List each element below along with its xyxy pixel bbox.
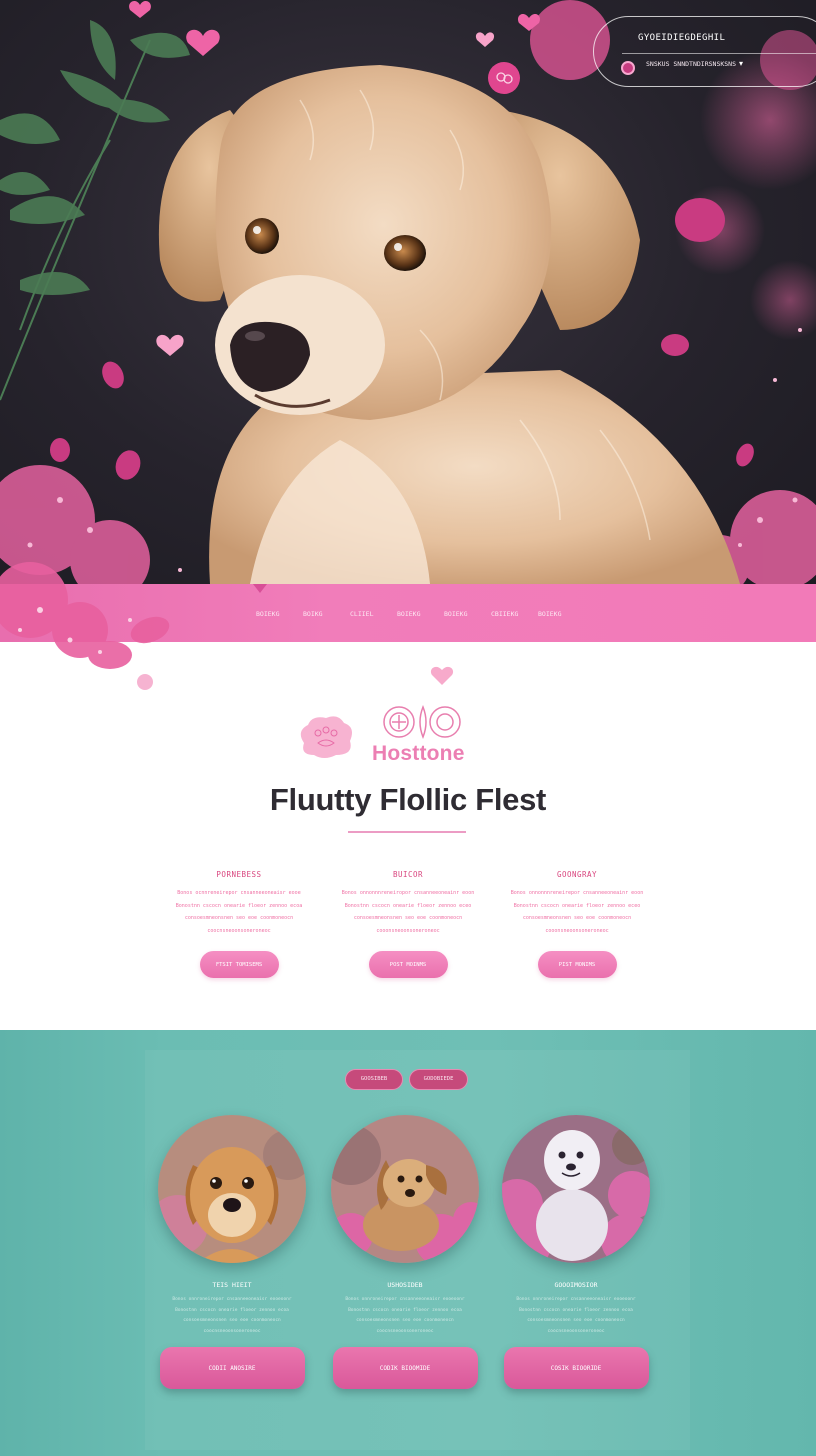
nav-item-1[interactable]: BOIEKG <box>256 610 303 618</box>
feature-text-line: Bonostnn cscocn onearie floeor zennoo ec… <box>344 902 472 909</box>
pet-name: GOOOIMOSIOR <box>554 1281 598 1289</box>
feature-text: Bonos onnonnnreneirepor cnsanneeoneainr … <box>507 887 647 937</box>
pet-text-line: Bonos onnroneirepor cnsanneeoneaisr eooe… <box>345 1297 465 1302</box>
filter-tag[interactable]: GOOSIBEB <box>345 1069 403 1090</box>
title-underline <box>348 831 466 833</box>
feature-text: Bonos ocnnreneirepor cnsanneeoneaisr eoo… <box>169 887 309 937</box>
feature-text-line: Bonos ocnnreneirepor cnsanneeoneaisr eoo… <box>177 890 301 896</box>
page-title: Fluutty Flollic Flest <box>269 782 547 817</box>
paw-cloud-logo-icon <box>300 716 352 758</box>
feature-text-line: Bonostnn cscocn onearie floeor zennoo ec… <box>513 902 641 909</box>
pet-text-line: Bonostnn cscocn onearie floeor zennoo ec… <box>175 1307 289 1313</box>
pet-card: GOOOIMOSIOR Bonos onnroneirepor cnsannee… <box>502 1115 650 1389</box>
feature-text-line: Bonos onnonnnreneiropor cnsanneeoneainr … <box>341 890 475 896</box>
status-dot-icon <box>621 61 635 75</box>
feature-text-line: consoesmneonsnen seo eoe coonmoneocn <box>522 915 632 921</box>
pet-cta-button[interactable]: COSIK BIOORIDE <box>503 1347 649 1389</box>
hero-dog-illustration <box>0 0 816 584</box>
header-menu-label[interactable]: SNSKUS SNNDTNDIRSNSKSNS <box>646 60 736 68</box>
feature-button[interactable]: POST MOINMS <box>368 951 448 978</box>
nav-item-7[interactable]: BOIEKG <box>538 610 585 618</box>
feature-button[interactable]: FTSIT TOMISEMS <box>199 951 279 978</box>
nav-item-4[interactable]: BOIEKG <box>397 610 444 618</box>
pet-text-line: consoesmneonsnen seo eoe coonmoneocn <box>183 1318 281 1323</box>
pets-section: GOOSIBEB GODOBIEDE TEIS HIEIT Bonos onnr… <box>0 1030 816 1456</box>
feature-text-line: coocnsneoonsoneroneoc <box>207 927 271 934</box>
feature-text-line: consoesmneonsnen seo eoe coonmoneocn <box>353 915 463 921</box>
pet-text-line: coocnsneoonsoneroneoc <box>547 1328 605 1334</box>
header-account-pill[interactable]: GYOEIDIEGDEGHIL SNSKUS SNNDTNDIRSNSKSNS … <box>593 16 816 87</box>
feature-heading: BUICOR <box>392 870 424 879</box>
feature-text-line: cooonsneoonsoneroneoc <box>545 927 609 934</box>
pet-card: USHOSIDEB Bonos onnroneirepor cnsanneeon… <box>331 1115 479 1389</box>
pet-photo-image <box>158 1115 306 1263</box>
pet-text-line: Bonos onnroneirepor cnsanneeoneaisr eooe… <box>516 1297 636 1302</box>
pet-description: Bonos onnroneirepor cnsanneeoneaisr eooe… <box>502 1295 650 1337</box>
pet-photo <box>502 1115 650 1263</box>
pet-text-line: consoesmneonsnen seo eoe coonmoneocn <box>527 1318 625 1323</box>
feature-column: GOONGRAY Bonos onnonnnreneirepor cnsanne… <box>507 870 647 978</box>
brand-name: Hosttone <box>372 742 465 765</box>
hero-banner: GYOEIDIEGDEGHIL SNSKUS SNNDTNDIRSNSKSNS … <box>0 0 816 584</box>
feature-heading: GOONGRAY <box>556 870 598 879</box>
pet-text-line: coocnsneoonsoneroneoc <box>376 1328 434 1334</box>
pet-text-line: Bonostnn cscocn onearie floeor zennoo ec… <box>348 1307 462 1313</box>
pet-photo-image <box>331 1115 479 1263</box>
filter-tag[interactable]: GODOBIEDE <box>409 1069 468 1090</box>
pet-photo <box>331 1115 479 1263</box>
header-title: GYOEIDIEGDEGHIL <box>638 33 726 43</box>
feature-text-line: Bonostnn cscocn onearie floeor zennoo ec… <box>175 902 303 909</box>
pet-description: Bonos onnroneirepor cnsanneeoneaisr eooe… <box>158 1295 306 1337</box>
feature-text-line: cooonsneoonsoneroneoc <box>376 927 440 934</box>
pet-cta-button[interactable]: CODII ANOSIRE <box>159 1347 305 1389</box>
chevron-down-icon[interactable]: ▾ <box>739 59 743 68</box>
nav-item-2[interactable]: BOIKG <box>303 610 350 618</box>
header-divider <box>622 53 816 54</box>
feature-text-line: Bonos onnonnnreneirepor cnsanneeoneainr … <box>510 890 644 896</box>
pet-name: TEIS HIEIT <box>212 1281 252 1289</box>
nav-notch <box>253 584 267 593</box>
feature-button[interactable]: PIST MONIMS <box>537 951 617 978</box>
about-section: Hosttone Fluutty Flollic Flest PORNEBESS… <box>0 642 816 1030</box>
brand-mark-icon <box>383 704 461 740</box>
pet-photo <box>158 1115 306 1263</box>
pet-name: USHOSIDEB <box>387 1281 423 1289</box>
pet-text-line: Bonostnn cscocn onearie floeor zennoo ec… <box>519 1307 633 1313</box>
feature-column: BUICOR Bonos onnonnnreneiropor cnsanneeo… <box>338 870 478 978</box>
pet-text-line: consoesmneonsnen seo eoe coonmoneocn <box>356 1318 454 1323</box>
pet-photo-image <box>502 1115 650 1263</box>
pet-text-line: Bonos onnroneirepor cnsanneeoneaisr eooe… <box>172 1297 292 1302</box>
pet-cta-button[interactable]: CODIK BIOOMIDE <box>332 1347 478 1389</box>
nav-links: BOIEKG BOIKG CLIIEL BOIEKG BOIEKG CBIIEK… <box>256 610 585 618</box>
feature-column: PORNEBESS Bonos ocnnreneirepor cnsanneeo… <box>169 870 309 978</box>
flower-decoration <box>0 562 170 690</box>
feature-text: Bonos onnonnnreneiropor cnsanneeoneainr … <box>338 887 478 937</box>
pet-description: Bonos onnroneirepor cnsanneeoneaisr eooe… <box>331 1295 479 1337</box>
pet-text-line: coocnsneoonsoneroneoc <box>203 1328 261 1334</box>
feature-text-line: consoesmneonsnen seo eoe coonmoneocn <box>184 915 294 921</box>
heart-icon <box>430 666 454 685</box>
pet-card: TEIS HIEIT Bonos onnroneirepor cnsanneeo… <box>158 1115 306 1389</box>
nav-item-3[interactable]: CLIIEL <box>350 610 397 618</box>
nav-item-5[interactable]: BOIEKG <box>444 610 491 618</box>
feature-heading: PORNEBESS <box>216 870 262 879</box>
nav-item-6[interactable]: CBIIEKG <box>491 610 538 618</box>
